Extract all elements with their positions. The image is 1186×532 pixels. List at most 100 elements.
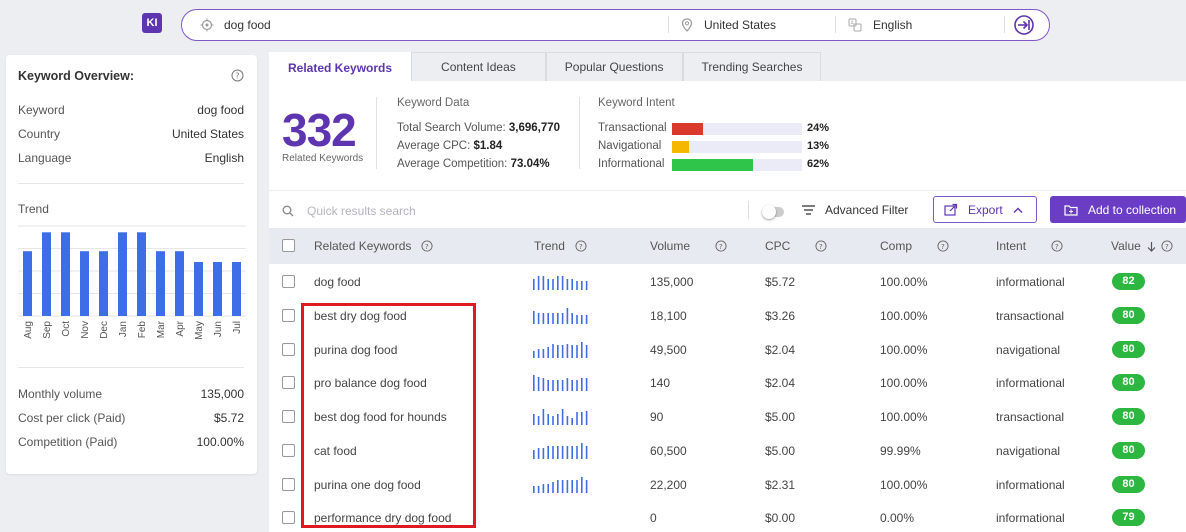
sparkline-bar: [552, 279, 554, 290]
total-search-volume: Total Search Volume: 3,696,770: [397, 122, 560, 134]
cpc-cell: $0.00: [765, 511, 796, 525]
trend-bar: [175, 251, 184, 316]
sparkline-bar: [561, 480, 564, 493]
country-select[interactable]: United States: [681, 10, 831, 39]
svg-text:?: ?: [719, 242, 723, 251]
row-checkbox[interactable]: [282, 511, 295, 524]
row-checkbox[interactable]: [282, 478, 295, 491]
tab-content-ideas[interactable]: Content Ideas: [411, 52, 546, 81]
quick-search[interactable]: Quick results search: [282, 204, 416, 218]
svg-text:?: ?: [235, 72, 239, 81]
comp-cell: 100.00%: [880, 343, 928, 357]
intent-bar-fill: [672, 123, 703, 135]
cpc-cell: $3.26: [765, 309, 796, 323]
kd-value: $1.84: [473, 140, 503, 152]
sparkline-bar: [576, 281, 578, 290]
sparkline-bar: [571, 446, 573, 459]
sparkline-bar: [576, 345, 578, 358]
keyword-input[interactable]: dog food: [224, 18, 271, 32]
folder-plus-icon: [1064, 204, 1078, 216]
filter-toggle[interactable]: [762, 205, 784, 219]
row-checkbox[interactable]: [282, 376, 295, 389]
language-value: English: [873, 17, 913, 32]
help-icon[interactable]: ?: [575, 240, 587, 252]
sparkline-bar: [571, 279, 573, 290]
intent-cell: informational: [996, 275, 1065, 289]
comp-cell: 0.00%: [880, 511, 915, 525]
sparkline-bar: [581, 477, 583, 493]
tab-popular-questions[interactable]: Popular Questions: [545, 52, 683, 81]
average-competition: Average Competition: 73.04%: [397, 158, 550, 170]
select-all-checkbox[interactable]: [282, 239, 295, 252]
sparkline-bar: [561, 313, 564, 324]
value-badge: 80: [1112, 476, 1145, 493]
header-value[interactable]: Value?: [1111, 239, 1173, 253]
highlight-box: [301, 303, 476, 528]
row-checkbox[interactable]: [282, 309, 295, 322]
sparkline-bar: [585, 378, 588, 391]
sparkline-bar: [561, 446, 564, 459]
keyword-cell[interactable]: dog food: [314, 275, 361, 289]
sparkline-bar: [576, 480, 578, 493]
quick-search-input[interactable]: Quick results search: [307, 204, 416, 218]
intent-cell: informational: [996, 511, 1065, 525]
location-pin-icon: [681, 17, 693, 32]
search-submit-icon[interactable]: [1013, 14, 1035, 36]
help-icon[interactable]: ?: [815, 240, 827, 252]
header-cpc[interactable]: CPC?: [765, 239, 827, 253]
trend-sparkline: [533, 342, 588, 358]
trend-tick-label: Jan: [118, 321, 129, 337]
sparkline-bar: [533, 375, 535, 391]
row-checkbox[interactable]: [282, 275, 295, 288]
help-icon[interactable]: ?: [231, 69, 244, 82]
tab-related-keywords[interactable]: Related Keywords: [269, 52, 412, 82]
intent-label: Informational: [598, 158, 665, 170]
sparkline-bar: [585, 345, 588, 358]
app-logo[interactable]: KI: [142, 13, 162, 33]
kd-label: Average CPC:: [397, 140, 471, 152]
help-icon[interactable]: ?: [1051, 240, 1063, 252]
trend-tick-label: Nov: [80, 321, 91, 339]
table-row[interactable]: dog food 135,000 $5.72 100.00% informational…: [269, 265, 1186, 299]
sparkline-bar: [557, 480, 559, 493]
sparkline-bar: [571, 480, 573, 493]
sparkline-bar: [566, 416, 569, 425]
header-intent[interactable]: Intent?: [996, 239, 1063, 253]
export-button[interactable]: Export: [933, 196, 1037, 223]
sparkline-bar: [566, 480, 569, 493]
cpc-cell: $2.04: [765, 376, 796, 390]
add-to-collection-button[interactable]: Add to collection: [1050, 196, 1186, 223]
header-trend[interactable]: Trend?: [534, 239, 587, 253]
row-checkbox[interactable]: [282, 343, 295, 356]
header-comp[interactable]: Comp?: [880, 239, 949, 253]
sparkline-bar: [561, 276, 564, 290]
trend-tick-label: Aug: [23, 321, 34, 339]
sparkline-bar: [557, 446, 559, 459]
filter-icon: [802, 205, 815, 215]
sparkline-bar: [561, 380, 564, 391]
trend-tick-label: Dec: [99, 321, 110, 339]
row-checkbox[interactable]: [282, 410, 295, 423]
trend-tick-label: Jul: [232, 321, 243, 334]
row-checkbox[interactable]: [282, 444, 295, 457]
keyword-input-group[interactable]: dog food: [200, 10, 670, 39]
trend-sparkline: [533, 409, 588, 425]
country-value: United States: [704, 17, 777, 32]
help-icon[interactable]: ?: [937, 240, 949, 252]
sparkline-bar: [542, 484, 545, 493]
language-select[interactable]: A English: [848, 10, 998, 39]
sparkline-bar: [566, 344, 569, 358]
cpc-cell: $5.72: [765, 275, 796, 289]
advanced-filter-button[interactable]: Advanced Filter: [802, 203, 908, 217]
sparkline-bar: [557, 276, 559, 290]
help-icon[interactable]: ?: [715, 240, 727, 252]
header-volume[interactable]: Volume?: [650, 239, 727, 253]
tab-trending-searches[interactable]: Trending Searches: [682, 52, 822, 81]
volume-cell: 0: [650, 511, 657, 525]
trend-bar: [156, 251, 165, 316]
sparkline-bar: [542, 276, 545, 290]
volume-cell: 18,100: [650, 309, 687, 323]
help-icon[interactable]: ?: [421, 240, 433, 252]
header-keyword[interactable]: Related Keywords?: [314, 239, 433, 253]
help-icon[interactable]: ?: [1161, 240, 1173, 252]
